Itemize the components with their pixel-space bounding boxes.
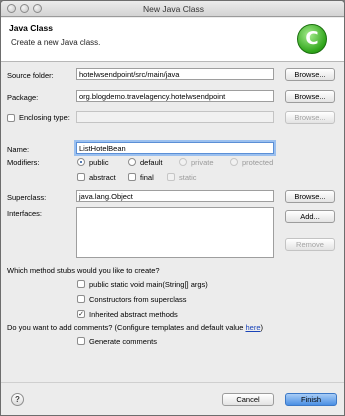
constructors-label: Constructors from superclass (89, 295, 187, 304)
add-interface-button[interactable]: Add... (285, 210, 335, 223)
enclosing-type-label: Enclosing type: (19, 113, 70, 122)
constructors-checkbox[interactable] (77, 295, 85, 303)
name-label: Name: (7, 145, 30, 154)
page-title: Java Class (9, 23, 53, 33)
interfaces-label: Interfaces: (7, 209, 43, 218)
package-label: Package: (7, 93, 39, 102)
source-folder-browse-button[interactable]: Browse... (285, 68, 335, 81)
remove-interface-button[interactable]: Remove (285, 238, 335, 251)
superclass-browse-button[interactable]: Browse... (285, 190, 335, 203)
wizard-header: Java Class Create a new Java class. C (1, 18, 344, 62)
generate-comments-label: Generate comments (89, 337, 157, 346)
generate-comments-checkbox[interactable] (77, 337, 85, 345)
protected-radio[interactable] (230, 158, 238, 166)
source-folder-input[interactable]: hotelwsendpoint/src/main/java (76, 68, 274, 80)
default-radio[interactable] (128, 158, 136, 166)
title-bar: New Java Class (1, 1, 344, 17)
private-radio[interactable] (179, 158, 187, 166)
inherited-methods-label: Inherited abstract methods (89, 310, 178, 319)
static-checkbox[interactable] (167, 173, 175, 181)
main-method-label: public static void main(String[] args) (89, 280, 208, 289)
button-bar: ? Cancel Finish (1, 382, 344, 415)
configure-templates-link[interactable]: here (245, 323, 260, 332)
new-java-class-dialog: New Java Class Java Class Create a new J… (0, 0, 345, 416)
final-checkbox[interactable] (128, 173, 136, 181)
help-icon[interactable]: ? (11, 393, 24, 406)
main-method-checkbox[interactable] (77, 280, 85, 288)
private-radio-label: private (191, 158, 214, 167)
enclosing-type-browse-button[interactable]: Browse... (285, 111, 335, 124)
abstract-checkbox[interactable] (77, 173, 85, 181)
final-checkbox-label: final (140, 173, 154, 182)
comments-question: Do you want to add comments? (Configure … (7, 323, 263, 332)
window-title: New Java Class (143, 4, 204, 14)
abstract-checkbox-label: abstract (89, 173, 116, 182)
static-checkbox-label: static (179, 173, 197, 182)
inherited-methods-checkbox[interactable]: ✓ (77, 310, 85, 318)
public-radio[interactable] (77, 158, 85, 166)
cancel-button[interactable]: Cancel (222, 393, 274, 406)
default-radio-label: default (140, 158, 163, 167)
superclass-label: Superclass: (7, 193, 47, 202)
package-browse-button[interactable]: Browse... (285, 90, 335, 103)
comments-question-text: Do you want to add comments? (Configure … (7, 323, 246, 332)
method-stubs-question: Which method stubs would you like to cre… (7, 266, 160, 275)
source-folder-label: Source folder: (7, 71, 54, 80)
package-input[interactable]: org.blogdemo.travelagency.hotelwsendpoin… (76, 90, 274, 102)
comments-question-close: ) (260, 323, 264, 332)
new-class-wizard-icon: C (297, 24, 327, 54)
superclass-input[interactable]: java.lang.Object (76, 190, 274, 202)
public-radio-label: public (89, 158, 109, 167)
page-subtitle: Create a new Java class. (11, 38, 101, 47)
class-name-input[interactable]: ListHotelBean (76, 142, 274, 154)
protected-radio-label: protected (242, 158, 274, 167)
enclosing-type-checkbox[interactable] (7, 114, 15, 122)
interfaces-list[interactable] (76, 207, 274, 258)
enclosing-type-input[interactable] (76, 111, 274, 123)
modifiers-label: Modifiers: (7, 158, 40, 167)
finish-button[interactable]: Finish (285, 393, 337, 406)
